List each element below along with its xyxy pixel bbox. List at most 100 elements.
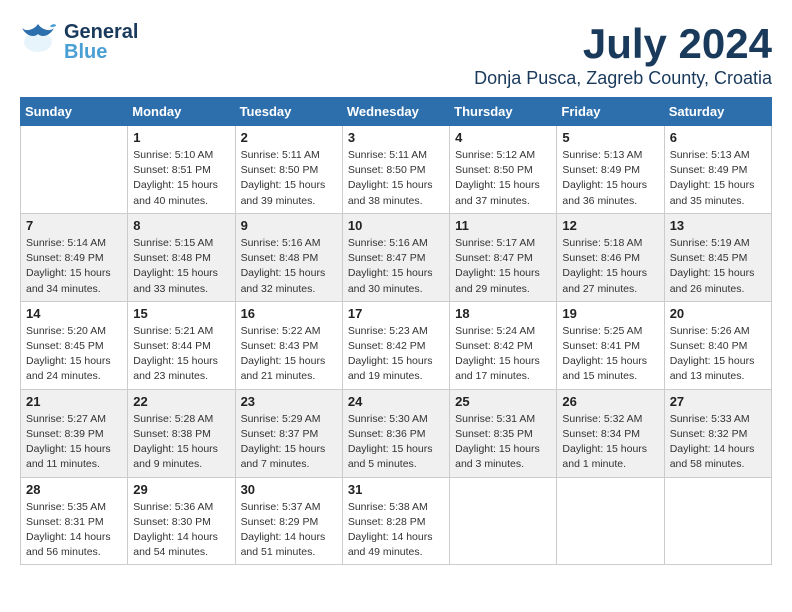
calendar-header-monday: Monday (128, 98, 235, 126)
calendar-cell: 2 Sunrise: 5:11 AMSunset: 8:50 PMDaylight… (235, 126, 342, 214)
calendar-cell: 14Sunrise: 5:20 AMSunset: 8:45 PMDayligh… (21, 301, 128, 389)
calendar-cell: 12Sunrise: 5:18 AMSunset: 8:46 PMDayligh… (557, 213, 664, 301)
logo-text-general: General (64, 22, 138, 42)
calendar-header-wednesday: Wednesday (342, 98, 449, 126)
calendar-cell: 9Sunrise: 5:16 AMSunset: 8:48 PMDaylight… (235, 213, 342, 301)
day-info: Sunrise: 5:22 AMSunset: 8:43 PMDaylight:… (241, 324, 337, 385)
calendar-cell: 31 Sunrise: 5:38 AMSunset: 8:28 PMDayligh… (342, 477, 449, 565)
day-number: 11 (455, 218, 551, 233)
calendar-header-thursday: Thursday (450, 98, 557, 126)
calendar-week-row: 7 Sunrise: 5:14 AMSunset: 8:49 PMDaylight… (21, 213, 772, 301)
logo: General Blue (20, 20, 138, 64)
calendar-cell: 24 Sunrise: 5:30 AMSunset: 8:36 PMDayligh… (342, 389, 449, 477)
day-info: Sunrise: 5:38 AMSunset: 8:28 PMDaylight:… (348, 500, 444, 561)
day-info: Sunrise: 5:26 AMSunset: 8:40 PMDaylight:… (670, 324, 766, 385)
day-number: 2 (241, 130, 337, 145)
day-number: 23 (241, 394, 337, 409)
day-info: Sunrise: 5:11 AMSunset: 8:50 PMDaylight:… (241, 148, 337, 209)
calendar-cell: 11 Sunrise: 5:17 AMSunset: 8:47 PMDayligh… (450, 213, 557, 301)
calendar-week-row: 28 Sunrise: 5:35 AMSunset: 8:31 PMDayligh… (21, 477, 772, 565)
calendar-cell: 20Sunrise: 5:26 AMSunset: 8:40 PMDayligh… (664, 301, 771, 389)
calendar-header-tuesday: Tuesday (235, 98, 342, 126)
day-number: 24 (348, 394, 444, 409)
day-info: Sunrise: 5:19 AMSunset: 8:45 PMDaylight:… (670, 236, 766, 297)
month-title: July 2024 (474, 20, 772, 68)
day-number: 15 (133, 306, 229, 321)
calendar-cell: 4Sunrise: 5:12 AMSunset: 8:50 PMDaylight… (450, 126, 557, 214)
calendar-table: SundayMondayTuesdayWednesdayThursdayFrid… (20, 97, 772, 565)
day-number: 16 (241, 306, 337, 321)
day-number: 1 (133, 130, 229, 145)
day-info: Sunrise: 5:21 AMSunset: 8:44 PMDaylight:… (133, 324, 229, 385)
calendar-cell (450, 477, 557, 565)
day-number: 22 (133, 394, 229, 409)
day-info: Sunrise: 5:13 AMSunset: 8:49 PMDaylight:… (562, 148, 658, 209)
day-info: Sunrise: 5:32 AMSunset: 8:34 PMDaylight:… (562, 412, 658, 473)
title-section: July 2024 Donja Pusca, Zagreb County, Cr… (474, 20, 772, 89)
calendar-week-row: 1 Sunrise: 5:10 AMSunset: 8:51 PMDaylight… (21, 126, 772, 214)
calendar-cell: 28 Sunrise: 5:35 AMSunset: 8:31 PMDayligh… (21, 477, 128, 565)
calendar-week-row: 14Sunrise: 5:20 AMSunset: 8:45 PMDayligh… (21, 301, 772, 389)
calendar-cell: 5 Sunrise: 5:13 AMSunset: 8:49 PMDaylight… (557, 126, 664, 214)
day-number: 27 (670, 394, 766, 409)
calendar-header-saturday: Saturday (664, 98, 771, 126)
calendar-cell: 1 Sunrise: 5:10 AMSunset: 8:51 PMDaylight… (128, 126, 235, 214)
day-info: Sunrise: 5:10 AMSunset: 8:51 PMDaylight:… (133, 148, 229, 209)
calendar-cell: 15 Sunrise: 5:21 AMSunset: 8:44 PMDayligh… (128, 301, 235, 389)
day-info: Sunrise: 5:14 AMSunset: 8:49 PMDaylight:… (26, 236, 122, 297)
day-info: Sunrise: 5:13 AMSunset: 8:49 PMDaylight:… (670, 148, 766, 209)
calendar-cell: 8Sunrise: 5:15 AMSunset: 8:48 PMDaylight… (128, 213, 235, 301)
day-number: 30 (241, 482, 337, 497)
day-number: 31 (348, 482, 444, 497)
calendar-cell: 23Sunrise: 5:29 AMSunset: 8:37 PMDayligh… (235, 389, 342, 477)
calendar-cell: 25 Sunrise: 5:31 AMSunset: 8:35 PMDayligh… (450, 389, 557, 477)
day-info: Sunrise: 5:20 AMSunset: 8:45 PMDaylight:… (26, 324, 122, 385)
day-number: 25 (455, 394, 551, 409)
day-info: Sunrise: 5:31 AMSunset: 8:35 PMDaylight:… (455, 412, 551, 473)
day-number: 17 (348, 306, 444, 321)
calendar-cell: 26Sunrise: 5:32 AMSunset: 8:34 PMDayligh… (557, 389, 664, 477)
day-info: Sunrise: 5:23 AMSunset: 8:42 PMDaylight:… (348, 324, 444, 385)
day-number: 28 (26, 482, 122, 497)
day-info: Sunrise: 5:35 AMSunset: 8:31 PMDaylight:… (26, 500, 122, 561)
day-info: Sunrise: 5:27 AMSunset: 8:39 PMDaylight:… (26, 412, 122, 473)
calendar-header-sunday: Sunday (21, 98, 128, 126)
day-info: Sunrise: 5:28 AMSunset: 8:38 PMDaylight:… (133, 412, 229, 473)
calendar-cell: 27Sunrise: 5:33 AMSunset: 8:32 PMDayligh… (664, 389, 771, 477)
day-number: 7 (26, 218, 122, 233)
calendar-cell (664, 477, 771, 565)
day-info: Sunrise: 5:30 AMSunset: 8:36 PMDaylight:… (348, 412, 444, 473)
calendar-header-friday: Friday (557, 98, 664, 126)
calendar-cell: 30 Sunrise: 5:37 AMSunset: 8:29 PMDayligh… (235, 477, 342, 565)
logo-icon (20, 20, 56, 64)
page-header: General Blue July 2024 Donja Pusca, Zagr… (20, 20, 772, 89)
day-number: 21 (26, 394, 122, 409)
day-info: Sunrise: 5:25 AMSunset: 8:41 PMDaylight:… (562, 324, 658, 385)
calendar-cell: 3Sunrise: 5:11 AMSunset: 8:50 PMDaylight… (342, 126, 449, 214)
day-number: 5 (562, 130, 658, 145)
day-number: 9 (241, 218, 337, 233)
day-info: Sunrise: 5:11 AMSunset: 8:50 PMDaylight:… (348, 148, 444, 209)
calendar-cell: 22 Sunrise: 5:28 AMSunset: 8:38 PMDayligh… (128, 389, 235, 477)
calendar-cell: 16 Sunrise: 5:22 AMSunset: 8:43 PMDayligh… (235, 301, 342, 389)
calendar-cell (21, 126, 128, 214)
day-number: 18 (455, 306, 551, 321)
calendar-cell: 7 Sunrise: 5:14 AMSunset: 8:49 PMDaylight… (21, 213, 128, 301)
calendar-header-row: SundayMondayTuesdayWednesdayThursdayFrid… (21, 98, 772, 126)
day-info: Sunrise: 5:37 AMSunset: 8:29 PMDaylight:… (241, 500, 337, 561)
day-info: Sunrise: 5:15 AMSunset: 8:48 PMDaylight:… (133, 236, 229, 297)
location-title: Donja Pusca, Zagreb County, Croatia (474, 68, 772, 89)
day-info: Sunrise: 5:36 AMSunset: 8:30 PMDaylight:… (133, 500, 229, 561)
day-number: 13 (670, 218, 766, 233)
calendar-cell: 17 Sunrise: 5:23 AMSunset: 8:42 PMDayligh… (342, 301, 449, 389)
day-info: Sunrise: 5:18 AMSunset: 8:46 PMDaylight:… (562, 236, 658, 297)
day-info: Sunrise: 5:16 AMSunset: 8:47 PMDaylight:… (348, 236, 444, 297)
day-info: Sunrise: 5:24 AMSunset: 8:42 PMDaylight:… (455, 324, 551, 385)
calendar-week-row: 21 Sunrise: 5:27 AMSunset: 8:39 PMDayligh… (21, 389, 772, 477)
calendar-cell: 29Sunrise: 5:36 AMSunset: 8:30 PMDayligh… (128, 477, 235, 565)
day-info: Sunrise: 5:12 AMSunset: 8:50 PMDaylight:… (455, 148, 551, 209)
calendar-cell: 21 Sunrise: 5:27 AMSunset: 8:39 PMDayligh… (21, 389, 128, 477)
calendar-cell: 6Sunrise: 5:13 AMSunset: 8:49 PMDaylight… (664, 126, 771, 214)
day-info: Sunrise: 5:17 AMSunset: 8:47 PMDaylight:… (455, 236, 551, 297)
calendar-cell: 13 Sunrise: 5:19 AMSunset: 8:45 PMDayligh… (664, 213, 771, 301)
